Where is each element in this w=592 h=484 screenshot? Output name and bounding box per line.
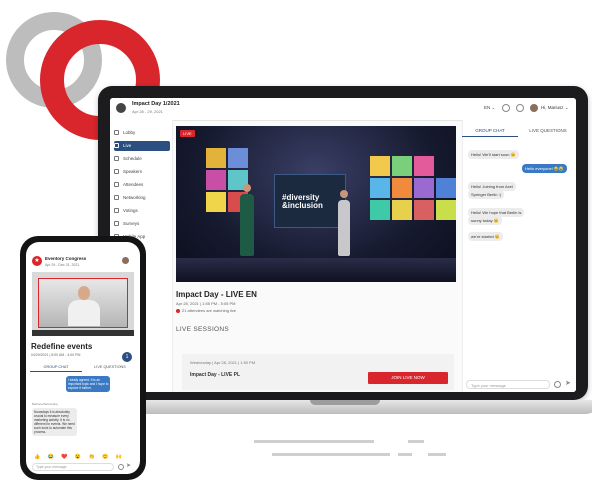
chat-input[interactable]: Type your message <box>466 380 550 389</box>
screen-tile <box>370 178 390 198</box>
sidebar-item-live[interactable]: Live <box>114 141 170 151</box>
join-live-button[interactable]: JOIN LIVE NOW <box>368 372 448 384</box>
screen-tile <box>228 148 248 168</box>
app-dates: Apr 29 - Dec 31, 2021 <box>45 263 80 267</box>
emoji-icon[interactable] <box>118 464 124 470</box>
watching-count: 21 attendees are watching live <box>176 308 236 313</box>
screen-tile <box>206 170 226 190</box>
session-date: Wednesday | Apr 28, 2021 | 1:50 PM <box>190 360 256 365</box>
stream-title: Impact Day - LIVE EN <box>176 290 257 299</box>
screen-tile <box>436 178 456 198</box>
event-logo-icon <box>116 103 126 113</box>
sidebar-item-networking[interactable]: Networking <box>114 193 170 203</box>
app-title: Eventory Congress <box>45 256 87 261</box>
avatar[interactable] <box>530 104 538 112</box>
screen-tile <box>370 200 390 220</box>
stage-hashtag: #diversity &inclusion <box>282 193 323 210</box>
speaker-right-head <box>340 190 348 198</box>
language-select[interactable]: EN ⌄ <box>484 105 495 111</box>
chat-message: Hello! We'll start soon 😊 <box>468 150 519 159</box>
stage-floor <box>176 258 456 282</box>
decor-line <box>272 453 390 456</box>
emoji-reactions[interactable]: 👍 😂 ❤️ 😮 👏 😊 🙌 <box>34 454 125 460</box>
live-sessions-heading: LIVE SESSIONS <box>176 326 230 333</box>
avatar[interactable] <box>122 257 129 264</box>
notification-icon[interactable] <box>502 104 510 112</box>
chat-input[interactable]: Type your message <box>32 463 114 471</box>
speaker-head <box>78 286 90 300</box>
sender-name: Barbara Bartowska <box>32 402 58 406</box>
notification-badge[interactable]: 1 <box>122 352 132 362</box>
send-icon[interactable]: ➤ <box>126 463 131 470</box>
calendar-icon <box>114 156 119 162</box>
screen-tile <box>206 148 226 168</box>
speaker-right <box>338 200 350 256</box>
decor-line <box>254 440 374 443</box>
event-dates: Apr 28 - 29, 2021 <box>132 109 163 114</box>
chat-message: I totally agreed. It is an important top… <box>66 376 111 392</box>
live-dot-icon <box>176 308 180 313</box>
chat-message: Springer Berlin :) <box>468 190 505 199</box>
network-icon <box>114 195 119 201</box>
app-header: Impact Day 1/2021 Apr 28 - 29, 2021 EN ⌄… <box>110 98 576 121</box>
home-icon <box>114 130 119 136</box>
laptop-notch <box>310 400 380 405</box>
screen-tile <box>206 192 226 212</box>
screen-tile <box>436 200 456 220</box>
emoji-icon[interactable] <box>554 381 561 388</box>
sidebar-item-schedule[interactable]: Schedule <box>114 154 170 164</box>
app-logo-icon: ★ <box>32 256 42 266</box>
tab-group-chat[interactable]: GROUP CHAT <box>462 126 518 137</box>
speaker-left-head <box>243 184 251 192</box>
decor-line <box>408 440 424 443</box>
sidebar-item-attendees[interactable]: Attendees <box>114 180 170 190</box>
survey-icon <box>114 221 119 227</box>
laptop-screen: Impact Day 1/2021 Apr 28 - 29, 2021 EN ⌄… <box>110 98 576 392</box>
phone-event-title: Redefine events <box>31 342 93 351</box>
sidebar-item-speakers[interactable]: Speakers <box>114 167 170 177</box>
chat-panel <box>462 120 576 392</box>
screen-tile <box>392 200 412 220</box>
sidebar-item-votings[interactable]: Votings <box>114 206 170 216</box>
tv-icon <box>114 143 119 149</box>
decor-line <box>398 453 412 456</box>
chat-message: Hello everyone! 😂😭 <box>522 164 567 173</box>
settings-icon[interactable] <box>516 104 524 112</box>
sidebar-item-lobby[interactable]: Lobby <box>114 128 170 138</box>
decor-line <box>428 453 446 456</box>
tab-live-questions[interactable]: LIVE QUESTIONS <box>520 126 576 136</box>
chat-message: we're started 😊 <box>468 232 503 241</box>
session-name: Impact Day - LIVE PL <box>190 372 241 378</box>
vote-icon <box>114 208 119 214</box>
tab-group-chat[interactable]: GROUP CHAT <box>30 363 82 372</box>
event-title: Impact Day 1/2021 <box>132 101 180 107</box>
tab-live-questions[interactable]: LIVE QUESTIONS <box>84 363 136 371</box>
screen-tile <box>392 156 412 176</box>
phone-event-date: 04/29/2021 | 8:00 AM - 4:00 PM <box>31 353 81 357</box>
sidebar-item-surveys[interactable]: Surveys <box>114 219 170 229</box>
speaker-left <box>240 194 254 256</box>
chat-message: sunny today 😊 <box>468 216 502 225</box>
people-icon <box>114 182 119 188</box>
mic-icon <box>114 169 119 175</box>
screen-tile <box>392 178 412 198</box>
stream-date: Apr 28, 2021 | 1:55 PM - 5:05 PM <box>176 301 236 306</box>
chat-message: Nowadays it is absolutely crucial to mea… <box>32 408 77 436</box>
screen-tile <box>414 156 434 176</box>
phone-screen: ★ Eventory Congress Apr 29 - Dec 31, 202… <box>26 242 140 474</box>
live-badge: LIVE <box>180 130 195 137</box>
speaker-body <box>68 300 100 326</box>
user-menu[interactable]: Hi, Mariusz ⌄ <box>541 105 569 111</box>
screen-tile <box>414 178 434 198</box>
screen-tile <box>370 156 390 176</box>
video-controls[interactable] <box>32 330 134 336</box>
screen-tile <box>414 200 434 220</box>
send-icon[interactable]: ➤ <box>565 380 571 388</box>
